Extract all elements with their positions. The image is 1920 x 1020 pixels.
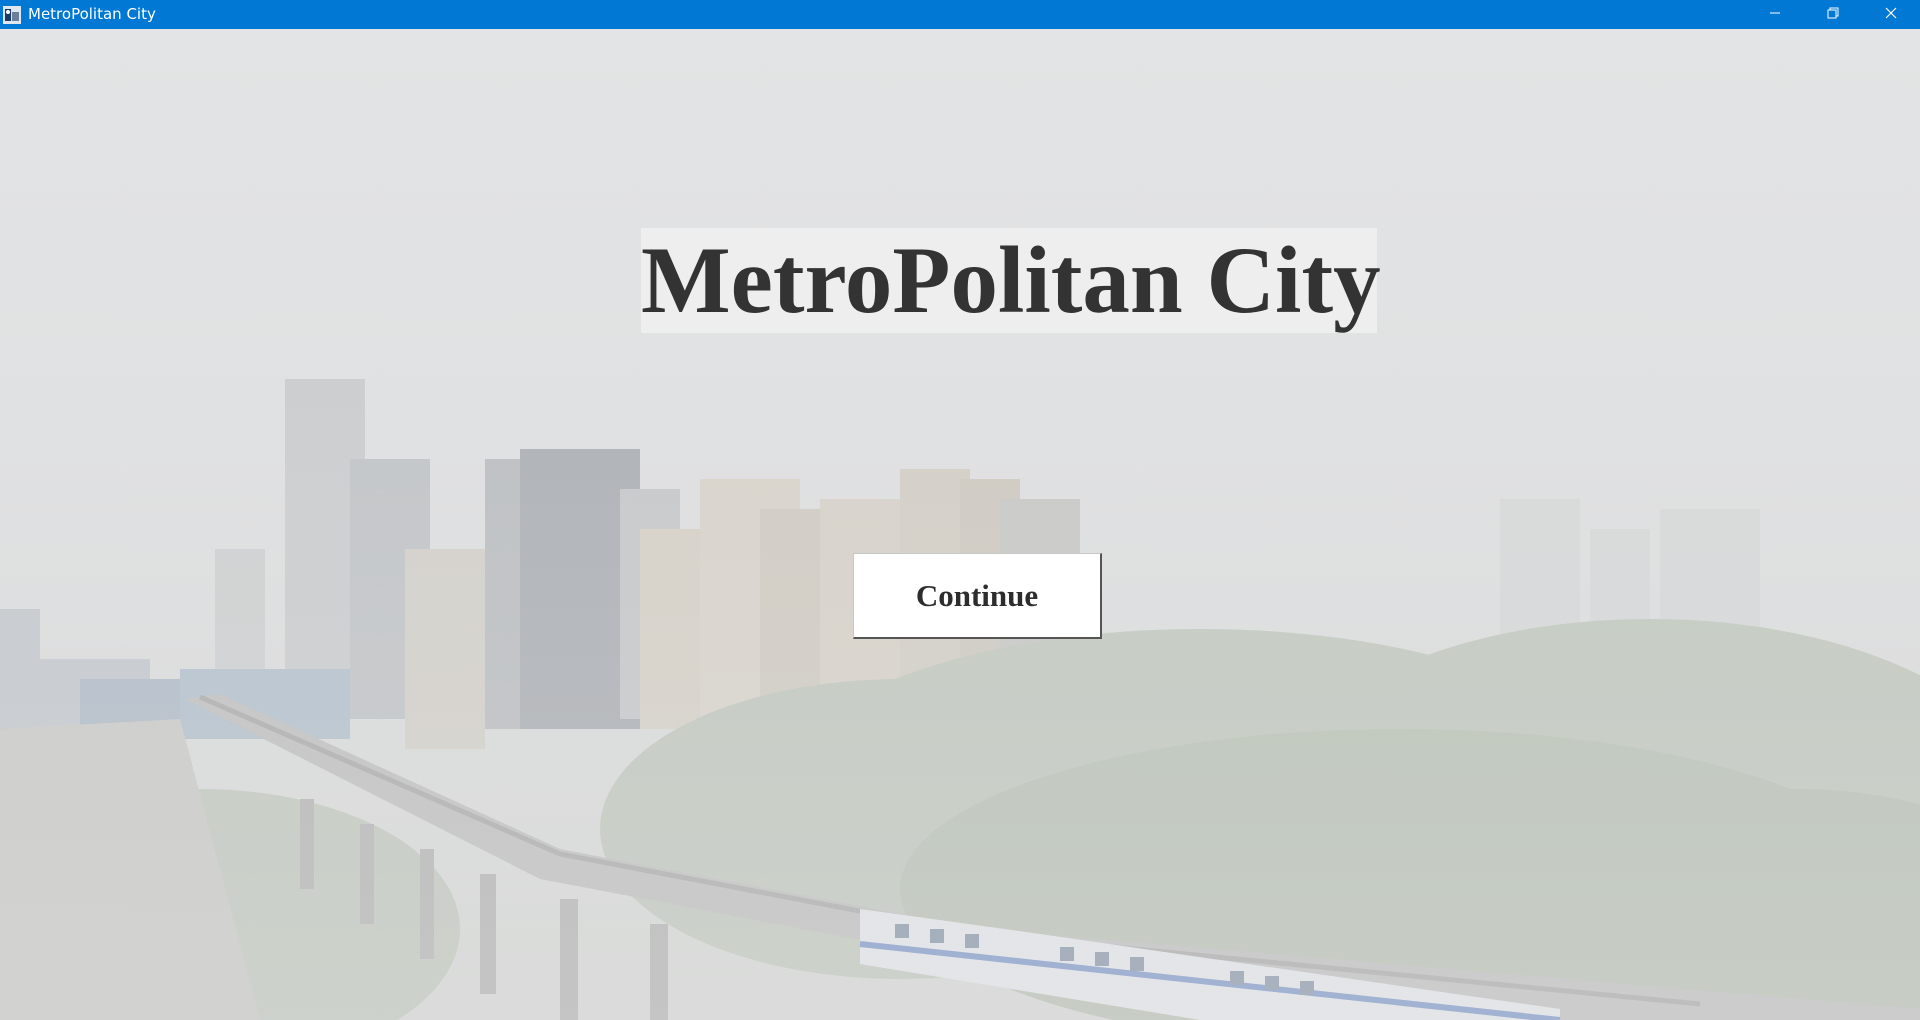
minimize-icon [1769,6,1781,24]
minimize-button[interactable] [1746,0,1804,29]
window-controls [1746,0,1920,29]
restore-icon [1827,6,1839,24]
close-button[interactable] [1862,0,1920,29]
title-bar[interactable]: MetroPolitan City [0,0,1920,29]
window-title: MetroPolitan City [28,5,156,23]
close-icon [1885,6,1897,24]
restore-button[interactable] [1804,0,1862,29]
page-title: MetroPolitan City [641,227,1381,333]
app-icon [2,5,22,25]
continue-button[interactable]: Continue [853,553,1102,639]
background-city-image [0,29,1920,1020]
app-window: MetroPolitan City MetroPolitan City Cont… [0,0,1920,1020]
